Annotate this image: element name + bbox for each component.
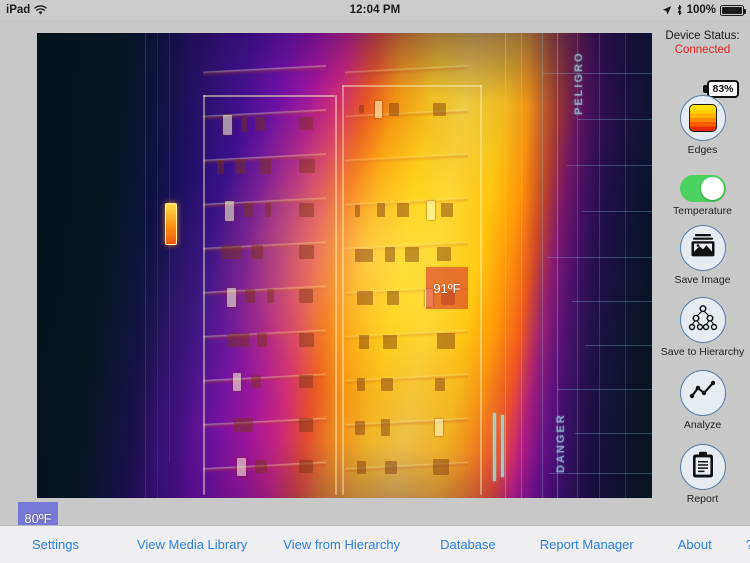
hierarchy-tree-icon: [688, 304, 718, 337]
edge-line: [157, 33, 158, 498]
right-tool-panel: Device Status: Connected 83% Edges Tempe…: [655, 20, 750, 525]
toolbar-item-help[interactable]: ?: [746, 537, 750, 552]
clipboard-icon: [691, 451, 715, 484]
toolbar-item-view-from-hierarchy[interactable]: View from Hierarchy: [283, 537, 400, 552]
edges-icon-circle[interactable]: [679, 95, 726, 141]
save-to-hierarchy-icon-circle[interactable]: [679, 297, 726, 343]
save-image-icon: [689, 233, 717, 264]
bluetooth-icon: [676, 4, 683, 16]
device-status-label: Device Status:: [665, 30, 740, 42]
edges-label: Edges: [687, 144, 718, 156]
location-arrow-icon: [662, 5, 672, 16]
thermal-image-viewer[interactable]: PELIGRO DANGER: [37, 33, 652, 498]
toggle-knob: [700, 177, 724, 200]
save-image-button[interactable]: Save Image: [655, 225, 750, 286]
analyze-icon-circle[interactable]: [679, 370, 726, 416]
analyze-label: Analyze: [683, 419, 722, 431]
bottom-toolbar: Settings View Media Library View from Hi…: [0, 525, 750, 563]
save-image-label: Save Image: [674, 274, 731, 286]
toggle-switch-icon[interactable]: [679, 175, 726, 202]
bright-edge-bar: [501, 415, 504, 477]
hotspot-marker: [165, 203, 177, 245]
report-icon-circle[interactable]: [679, 444, 726, 490]
battery-icon: [720, 4, 746, 16]
report-button[interactable]: Report: [655, 444, 750, 505]
status-bar-center: 12:04 PM: [0, 0, 750, 20]
report-label: Report: [686, 493, 719, 505]
status-bar-right: 100%: [662, 0, 746, 20]
toolbar-item-report-manager[interactable]: Report Manager: [540, 537, 634, 552]
toolbar-item-database[interactable]: Database: [440, 537, 496, 552]
panel-outline: [480, 85, 482, 495]
panel-outline: [203, 95, 335, 97]
edge-line: [145, 33, 146, 498]
battery-percent-label: 100%: [686, 4, 716, 16]
save-image-icon-circle[interactable]: [679, 225, 726, 271]
main-content: PELIGRO DANGER 91ºF 80ºF Device Status: …: [0, 20, 750, 534]
line-chart-icon: [689, 379, 717, 408]
clock-label: 12:04 PM: [349, 4, 401, 16]
thermal-imaging-app: iPad 12:04 PM 100% PELIGRO DANGER 91ºF 8…: [0, 0, 750, 563]
device-status: Device Status: Connected: [655, 29, 750, 57]
toolbar-item-view-media-library[interactable]: View Media Library: [137, 537, 247, 552]
analyze-button[interactable]: Analyze: [655, 370, 750, 431]
temperature-marker-hot[interactable]: 91ºF: [426, 267, 468, 309]
save-to-hierarchy-label: Save to Hierarchy: [660, 346, 745, 358]
edges-button[interactable]: Edges: [655, 95, 750, 156]
toolbar-item-settings[interactable]: Settings: [32, 537, 79, 552]
thermal-image[interactable]: PELIGRO DANGER: [37, 33, 652, 498]
panel-outline: [342, 85, 344, 495]
ios-status-bar: iPad 12:04 PM 100%: [0, 0, 750, 20]
temperature-label: Temperature: [673, 205, 732, 217]
thermal-right-cool-zone: [37, 33, 652, 498]
panel-outline: [342, 85, 482, 87]
temperature-toggle[interactable]: Temperature: [655, 175, 750, 217]
edge-line: [169, 33, 170, 463]
bright-edge-bar: [493, 413, 496, 481]
toolbar-item-about[interactable]: About: [678, 537, 712, 552]
panel-outline: [203, 95, 205, 495]
device-status-value: Connected: [674, 44, 731, 56]
color-palette-icon: [688, 104, 717, 132]
panel-outline: [335, 95, 337, 495]
save-to-hierarchy-button[interactable]: Save to Hierarchy: [655, 297, 750, 358]
